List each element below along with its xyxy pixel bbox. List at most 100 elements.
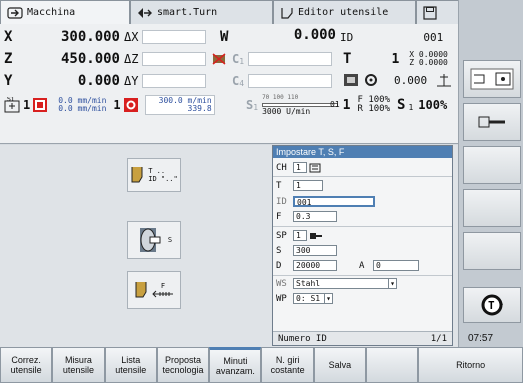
softkey-line: Salva xyxy=(328,360,352,370)
tz-value: 0.0000 xyxy=(418,58,448,67)
feed-line-2: 0.0 mm/min xyxy=(58,104,107,113)
delta-z-field xyxy=(142,52,207,66)
softkey-misura-utensile[interactable]: Misura utensile xyxy=(52,347,105,383)
field-label-s: S xyxy=(276,245,282,256)
softkey-bar: Correz. utensile Misura utensile Lista uten… xyxy=(0,347,523,383)
a-input[interactable]: 0 xyxy=(373,260,419,271)
channel-icon xyxy=(309,163,321,172)
axis-label-w: W xyxy=(220,29,229,45)
tool-change-icon: T xyxy=(481,294,503,316)
field-label-id: ID xyxy=(276,196,287,207)
softkey-empty[interactable] xyxy=(366,347,419,383)
dialog-footer: Numero ID 1/1 xyxy=(273,331,452,345)
stop-icon-2 xyxy=(123,98,138,112)
tool-change-button[interactable]: T xyxy=(463,287,521,323)
tab-editor-utensile[interactable]: Editor utensile xyxy=(273,0,416,24)
id-label: ID xyxy=(340,30,354,44)
vertical-softkey-bar: T xyxy=(458,0,523,383)
cycle-line: F xyxy=(160,282,166,290)
s-pct: 100% xyxy=(418,98,448,112)
c1-sub: 1 xyxy=(239,57,245,66)
axis-value-x: 300.000 xyxy=(60,29,120,45)
f-input[interactable]: 0.3 xyxy=(293,211,337,222)
cut-speed-2: 339.8 xyxy=(187,104,212,113)
softkey-n-giri-costante[interactable]: N. giri costante xyxy=(261,347,314,383)
empty-button-1[interactable] xyxy=(463,146,521,184)
tool-holder-icon xyxy=(344,74,377,86)
c4-sub: 4 xyxy=(239,79,245,88)
delta-label-y: ΔY xyxy=(124,74,139,88)
softkey-line: utensile xyxy=(115,365,147,375)
feed-tool-icon xyxy=(135,282,147,298)
diamond-arrow-icon xyxy=(138,7,152,18)
crossed-tool-icon xyxy=(212,53,226,65)
t-value: 1 xyxy=(391,51,400,67)
softkey-line: Proposta xyxy=(165,355,202,365)
delta-y-field xyxy=(142,74,207,88)
softkey-proposta-tecnologia[interactable]: Proposta tecnologia xyxy=(156,347,210,383)
r-label: R xyxy=(357,104,363,114)
machine-view-button[interactable] xyxy=(463,60,521,98)
machine-view-icon xyxy=(470,68,514,90)
chevron-down-icon: ▾ xyxy=(388,279,395,288)
wp-select[interactable]: 0: S1 ▾ xyxy=(293,293,333,304)
s1-sub: 1 xyxy=(253,103,259,112)
delta-label-z: ΔZ xyxy=(124,52,139,66)
d-input[interactable]: 20000 xyxy=(293,260,337,271)
axis-label-y: Y xyxy=(4,73,13,89)
tool-offset-z: Z 0.0000 xyxy=(409,59,448,67)
softkey-line: Minuti xyxy=(223,356,248,366)
tab-bar: Macchina smart.Turn Editor utensile xyxy=(0,0,460,24)
c1-field xyxy=(248,52,333,66)
softkey-ritorno[interactable]: Ritorno xyxy=(418,347,523,383)
spindle-number: 1 xyxy=(23,98,31,112)
s1-label: S xyxy=(246,98,254,112)
softkey-line: utensile xyxy=(10,365,42,375)
softkey-correz-utensile[interactable]: Correz. utensile xyxy=(0,347,53,383)
feed-arrow-icon xyxy=(152,290,173,298)
c4-field xyxy=(248,74,333,88)
channel-number: 1 xyxy=(113,98,121,112)
empty-button-3[interactable] xyxy=(463,232,521,270)
axis-value-w: 0.000 xyxy=(293,27,336,43)
cycle-feed[interactable]: F xyxy=(127,271,181,309)
field-label-sp: SP xyxy=(276,230,287,241)
s-input[interactable]: 300 xyxy=(293,245,337,256)
wp-value: 0: S1 xyxy=(296,294,321,303)
field-label-ws: WS xyxy=(276,278,287,289)
softkey-lista-utensile[interactable]: Lista utensile xyxy=(104,347,157,383)
tab-macchina[interactable]: Macchina xyxy=(0,0,130,24)
rapid-override: R 100% xyxy=(357,105,390,114)
id-input[interactable]: 001 xyxy=(293,196,375,207)
ch-input[interactable]: 1 xyxy=(293,162,307,173)
cycle-spindle[interactable]: S xyxy=(127,221,181,259)
save-icon xyxy=(423,5,437,20)
tab-label: Editor utensile xyxy=(298,7,389,18)
softkey-line: utensile xyxy=(62,365,94,375)
t-input[interactable]: 1 xyxy=(293,180,323,191)
t-label: T xyxy=(343,51,352,67)
ws-select[interactable]: Stahl ▾ xyxy=(293,278,397,289)
dialog-title: Impostare T, S, F xyxy=(273,146,452,158)
tab-smart-turn[interactable]: smart.Turn xyxy=(130,0,273,24)
axis-value-y: 0.000 xyxy=(77,73,120,89)
delta-label-x: ΔX xyxy=(124,30,139,44)
cycle-tool-call[interactable]: T .. ID ".." xyxy=(127,158,181,192)
tz-label: Z xyxy=(409,58,415,67)
empty-button-2[interactable] xyxy=(463,189,521,227)
softkey-minuti-avanzam[interactable]: Minuti avanzam. xyxy=(209,347,262,383)
cycle-line: S xyxy=(167,236,173,244)
softkey-salva[interactable]: Salva xyxy=(313,347,367,383)
c4-label: C xyxy=(232,74,240,88)
set-tsf-dialog: Impostare T, S, F CH 1 T 1 ID 001 F 0.3 … xyxy=(272,145,453,346)
sp-input[interactable]: 1 xyxy=(293,230,307,241)
tab-label: Macchina xyxy=(27,7,76,18)
axis-value-z: 450.000 xyxy=(60,51,120,67)
speed-scale: 70 100 110 xyxy=(262,94,299,101)
spindle-view-button[interactable] xyxy=(463,103,521,141)
arrow-right-icon xyxy=(7,6,23,19)
tab-save[interactable] xyxy=(416,0,460,24)
cycle-line: ID ".." xyxy=(148,175,178,183)
ws-value: Stahl xyxy=(296,279,321,288)
softkey-line: costante xyxy=(270,365,305,375)
